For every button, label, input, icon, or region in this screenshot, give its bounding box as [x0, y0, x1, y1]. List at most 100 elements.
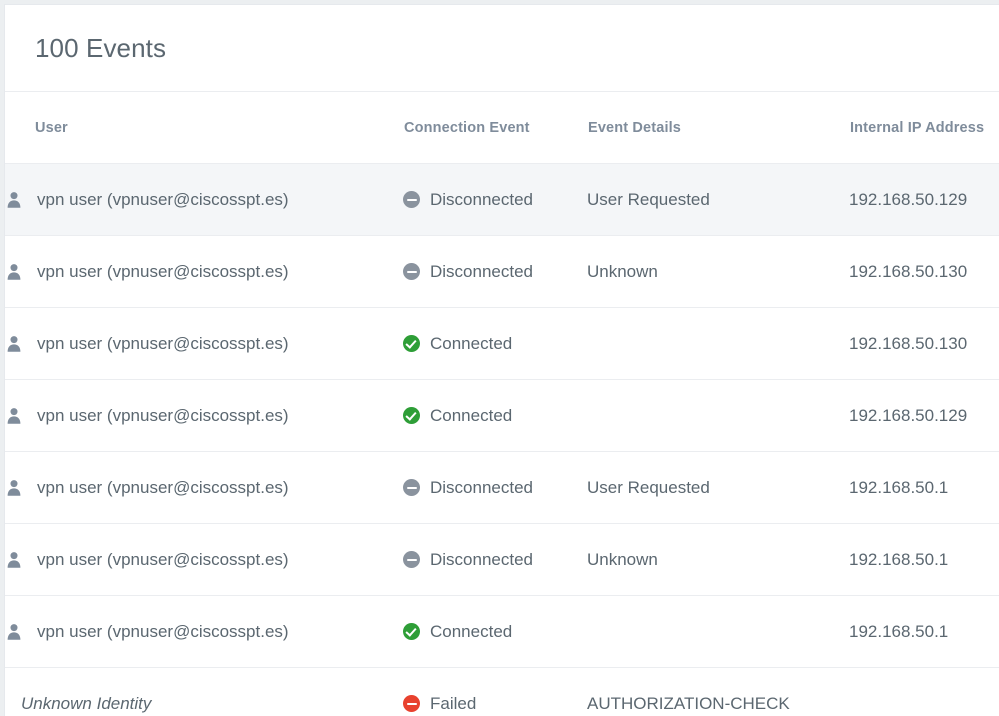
table-row[interactable]: vpn user (vpnuser@ciscosspt.es) Disconnec… — [5, 235, 999, 308]
cell-user: vpn user (vpnuser@ciscosspt.es) — [5, 379, 403, 452]
cell-event-details — [587, 379, 849, 452]
cell-connection-event: Connected — [403, 307, 587, 380]
person-icon — [7, 479, 21, 496]
table-row[interactable]: vpn user (vpnuser@ciscosspt.es) Connected… — [5, 379, 999, 452]
column-header-user-label: User — [35, 119, 68, 136]
status-label: Connected — [430, 334, 513, 353]
status-cell: Disconnected — [403, 263, 587, 280]
connected-icon — [403, 335, 420, 352]
internal-ip-address-text: 192.168.50.130 — [849, 261, 968, 281]
user-cell: Unknown Identity — [5, 695, 403, 712]
card-title-bar: 100 Events — [5, 5, 999, 91]
cell-connection-event: Connected — [403, 379, 587, 452]
cell-user: vpn user (vpnuser@ciscosspt.es) — [5, 451, 403, 524]
cell-user: vpn user (vpnuser@ciscosspt.es) — [5, 523, 403, 596]
status-cell: Connected — [403, 623, 587, 640]
cell-event-details — [587, 595, 849, 668]
table-row[interactable]: vpn user (vpnuser@ciscosspt.es) Disconnec… — [5, 451, 999, 524]
table-row[interactable]: Unknown Identity Failed AUTHORIZATION-CHEC… — [5, 667, 999, 716]
user-name: vpn user (vpnuser@ciscosspt.es) — [37, 262, 289, 281]
user-cell: vpn user (vpnuser@ciscosspt.es) — [5, 407, 403, 425]
cell-internal-ip-address: 192.168.50.1 — [849, 595, 999, 668]
status-cell: Disconnected — [403, 479, 587, 496]
column-header-connection-event[interactable]: Connection Event — [403, 91, 587, 164]
internal-ip-address-text: 192.168.50.1 — [849, 621, 949, 641]
user-name: vpn user (vpnuser@ciscosspt.es) — [37, 550, 289, 569]
cell-internal-ip-address: 192.168.50.129 — [849, 379, 999, 452]
events-table: User Connection Event Event Details Inte… — [5, 91, 999, 716]
cell-event-details — [587, 307, 849, 380]
cell-internal-ip-address: 192.168.50.129 — [849, 163, 999, 236]
cell-connection-event: Connected — [403, 595, 587, 668]
status-cell: Connected — [403, 335, 587, 352]
cell-event-details: Unknown — [587, 523, 849, 596]
cell-internal-ip-address: 192.168.50.1 — [849, 451, 999, 524]
cell-event-details: User Requested — [587, 451, 849, 524]
status-cell: Failed — [403, 695, 587, 712]
disconnected-icon — [403, 551, 420, 568]
cell-internal-ip-address: 192.168.50.1 — [849, 523, 999, 596]
disconnected-icon — [403, 263, 420, 280]
table-header: User Connection Event Event Details Inte… — [5, 91, 999, 164]
status-label: Connected — [430, 622, 513, 641]
failed-icon — [403, 695, 420, 712]
status-cell: Disconnected — [403, 191, 587, 208]
cell-connection-event: Disconnected — [403, 163, 587, 236]
column-header-connection-event-label: Connection Event — [404, 119, 530, 136]
cell-user: vpn user (vpnuser@ciscosspt.es) — [5, 163, 403, 236]
event-details-text: User Requested — [587, 477, 710, 497]
cell-user: vpn user (vpnuser@ciscosspt.es) — [5, 307, 403, 380]
internal-ip-address-text: 192.168.50.130 — [849, 333, 968, 353]
person-icon — [7, 623, 21, 640]
person-icon — [7, 407, 21, 424]
table-row[interactable]: vpn user (vpnuser@ciscosspt.es) Disconnec… — [5, 523, 999, 596]
cell-connection-event: Disconnected — [403, 523, 587, 596]
person-icon — [7, 191, 21, 208]
person-icon — [7, 551, 21, 568]
user-cell: vpn user (vpnuser@ciscosspt.es) — [5, 623, 403, 641]
column-header-event-details[interactable]: Event Details — [587, 91, 849, 164]
user-name: vpn user (vpnuser@ciscosspt.es) — [37, 478, 289, 497]
table-row[interactable]: vpn user (vpnuser@ciscosspt.es) Disconnec… — [5, 163, 999, 236]
cell-internal-ip-address: 192.168.50.130 — [849, 235, 999, 308]
user-name: vpn user (vpnuser@ciscosspt.es) — [37, 622, 289, 641]
cell-user: vpn user (vpnuser@ciscosspt.es) — [5, 235, 403, 308]
user-cell: vpn user (vpnuser@ciscosspt.es) — [5, 191, 403, 209]
cell-internal-ip-address — [849, 667, 999, 716]
status-cell: Disconnected — [403, 551, 587, 568]
table-header-row: User Connection Event Event Details Inte… — [5, 91, 999, 164]
event-details-text: Unknown — [587, 261, 658, 281]
connected-icon — [403, 623, 420, 640]
status-label: Disconnected — [430, 262, 534, 281]
cell-event-details: User Requested — [587, 163, 849, 236]
status-label: Disconnected — [430, 550, 534, 569]
user-cell: vpn user (vpnuser@ciscosspt.es) — [5, 335, 403, 353]
event-details-text: AUTHORIZATION-CHECK — [587, 693, 790, 713]
user-cell: vpn user (vpnuser@ciscosspt.es) — [5, 263, 403, 281]
internal-ip-address-text: 192.168.50.1 — [849, 477, 949, 497]
disconnected-icon — [403, 479, 420, 496]
cell-connection-event: Disconnected — [403, 235, 587, 308]
status-label: Failed — [430, 694, 477, 713]
column-header-event-details-label: Event Details — [588, 119, 682, 136]
cell-event-details: AUTHORIZATION-CHECK — [587, 667, 849, 716]
table-row[interactable]: vpn user (vpnuser@ciscosspt.es) Connected… — [5, 595, 999, 668]
status-label: Disconnected — [430, 478, 534, 497]
user-name: vpn user (vpnuser@ciscosspt.es) — [37, 190, 289, 209]
status-cell: Connected — [403, 407, 587, 424]
page-title: 100 Events — [35, 33, 167, 63]
cell-user: vpn user (vpnuser@ciscosspt.es) — [5, 595, 403, 668]
status-label: Disconnected — [430, 190, 534, 209]
status-label: Connected — [430, 406, 513, 425]
events-card: 100 Events User Connection Event Event D… — [4, 4, 999, 716]
connected-icon — [403, 407, 420, 424]
user-name: Unknown Identity — [21, 694, 152, 713]
table-row[interactable]: vpn user (vpnuser@ciscosspt.es) Connected… — [5, 307, 999, 380]
column-header-user[interactable]: User — [5, 91, 403, 164]
person-icon — [7, 335, 21, 352]
event-details-text: Unknown — [587, 549, 658, 569]
person-icon — [7, 263, 21, 280]
column-header-internal-ip-address-label: Internal IP Address — [850, 119, 985, 136]
internal-ip-address-text: 192.168.50.129 — [849, 189, 968, 209]
column-header-internal-ip-address[interactable]: Internal IP Address — [849, 91, 999, 164]
